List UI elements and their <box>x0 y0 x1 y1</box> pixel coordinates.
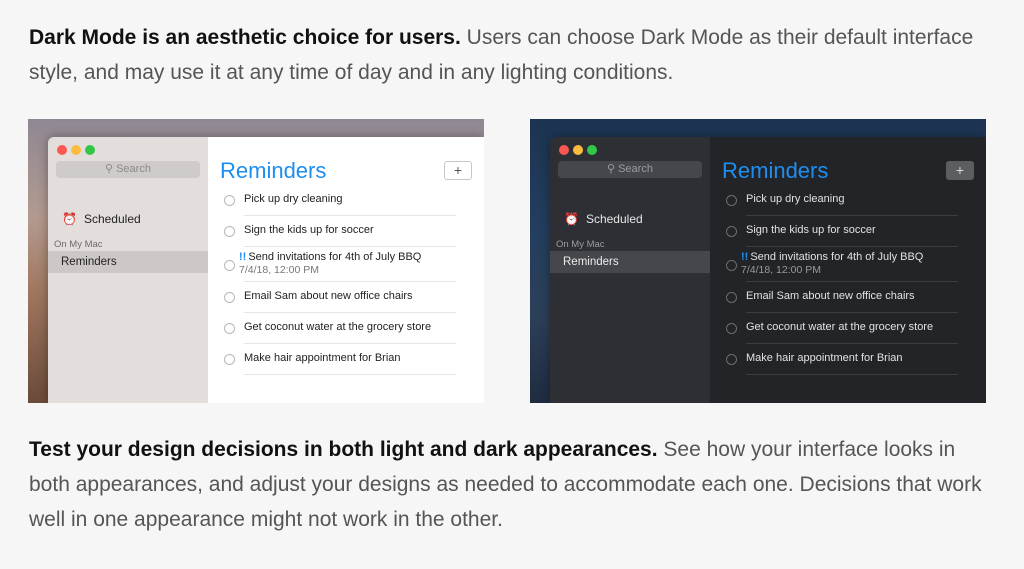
traffic-lights <box>559 142 601 160</box>
reminder-checkbox[interactable] <box>726 354 737 365</box>
reminder-title: Pick up dry cleaning <box>746 193 845 205</box>
reminder-row[interactable]: Get coconut water at the grocery store <box>224 313 456 344</box>
reminder-row[interactable]: !! Send invitations for 4th of July BBQ 7/… <box>224 247 456 282</box>
search-placeholder: Search <box>116 163 151 175</box>
sidebar: ⚲ Search ⏰ Scheduled On My Mac Reminders <box>48 137 209 403</box>
reminder-list: Pick up dry cleaning Sign the kids up for… <box>726 185 958 375</box>
reminder-checkbox[interactable] <box>224 260 235 271</box>
reminder-row[interactable]: Email Sam about new office chairs <box>224 282 456 313</box>
dark-mode-screenshot: ⚲ Search ⏰ Scheduled On My Mac Reminders R… <box>530 119 986 403</box>
close-button[interactable] <box>559 145 569 155</box>
reminder-title: Get coconut water at the grocery store <box>746 321 934 333</box>
reminder-text: Make hair appointment for Brian <box>244 352 401 364</box>
reminder-title: Pick up dry cleaning <box>244 193 343 205</box>
reminder-checkbox[interactable] <box>726 323 737 334</box>
reminder-text: Pick up dry cleaning <box>244 193 342 205</box>
intro-heading: Dark Mode is an aesthetic choice for use… <box>29 26 461 49</box>
reminder-text: !! Send invitations for 4th of July BBQ 7/… <box>741 251 923 276</box>
sidebar: ⚲ Search ⏰ Scheduled On My Mac Reminders <box>550 137 711 403</box>
reminder-checkbox[interactable] <box>224 195 235 206</box>
reminder-checkbox[interactable] <box>726 292 737 303</box>
reminder-checkbox[interactable] <box>224 226 235 237</box>
reminder-checkbox[interactable] <box>224 292 235 303</box>
row-separator <box>244 374 456 375</box>
scheduled-label: Scheduled <box>585 212 643 226</box>
reminder-text: Make hair appointment for Brian <box>746 352 903 364</box>
reminder-text: Get coconut water at the grocery store <box>244 321 431 333</box>
close-button[interactable] <box>57 145 67 155</box>
reminder-list: Pick up dry cleaning Sign the kids up for… <box>224 185 456 375</box>
reminder-due-date: 7/4/18, 12:00 PM <box>239 264 319 276</box>
reminder-row[interactable]: Sign the kids up for soccer <box>726 216 958 247</box>
priority-icon: !! <box>741 251 749 263</box>
reminders-window-dark: ⚲ Search ⏰ Scheduled On My Mac Reminders R… <box>550 137 986 403</box>
reminder-text: Sign the kids up for soccer <box>244 224 374 236</box>
reminder-row[interactable]: Make hair appointment for Brian <box>224 344 456 375</box>
reminder-text: Email Sam about new office chairs <box>746 290 915 302</box>
reminder-title: Make hair appointment for Brian <box>244 352 401 364</box>
alarm-clock-icon: ⏰ <box>62 212 77 226</box>
reminder-row[interactable]: Sign the kids up for soccer <box>224 216 456 247</box>
alarm-clock-icon: ⏰ <box>564 212 579 226</box>
reminder-title: Email Sam about new office chairs <box>746 290 915 302</box>
reminder-checkbox[interactable] <box>224 323 235 334</box>
reminder-row[interactable]: Get coconut water at the grocery store <box>726 313 958 344</box>
minimize-button[interactable] <box>573 145 583 155</box>
list-title: Reminders <box>722 158 829 183</box>
reminder-due-date: 7/4/18, 12:00 PM <box>741 264 821 276</box>
reminder-text: Pick up dry cleaning <box>746 193 844 205</box>
outro-heading: Test your design decisions in both light… <box>29 438 658 461</box>
reminder-checkbox[interactable] <box>224 354 235 365</box>
outro-paragraph: Test your design decisions in both light… <box>29 432 989 537</box>
reminder-title: Send invitations for 4th of July BBQ <box>750 251 924 263</box>
add-reminder-button[interactable]: + <box>946 161 974 180</box>
intro-paragraph: Dark Mode is an aesthetic choice for use… <box>29 20 989 90</box>
zoom-button[interactable] <box>587 145 597 155</box>
reminder-row[interactable]: !! Send invitations for 4th of July BBQ 7/… <box>726 247 958 282</box>
reminders-window-light: ⚲ Search ⏰ Scheduled On My Mac Reminders R… <box>48 137 484 403</box>
light-mode-screenshot: ⚲ Search ⏰ Scheduled On My Mac Reminders R… <box>28 119 484 403</box>
search-placeholder: Search <box>618 163 653 175</box>
main-pane: Reminders + Pick up dry cleaning Sign the… <box>710 137 986 403</box>
search-icon: ⚲ <box>105 163 114 175</box>
list-title: Reminders <box>220 158 327 183</box>
minimize-button[interactable] <box>71 145 81 155</box>
scheduled-label: Scheduled <box>83 212 141 226</box>
reminder-row[interactable]: Make hair appointment for Brian <box>726 344 958 375</box>
reminder-row[interactable]: Pick up dry cleaning <box>726 185 958 216</box>
sidebar-item-reminders[interactable]: Reminders <box>550 251 710 273</box>
reminder-text: Get coconut water at the grocery store <box>746 321 933 333</box>
reminder-checkbox[interactable] <box>726 226 737 237</box>
reminder-text: Sign the kids up for soccer <box>746 224 876 236</box>
reminder-title: Get coconut water at the grocery store <box>244 321 432 333</box>
reminder-checkbox[interactable] <box>726 195 737 206</box>
sidebar-item-reminders[interactable]: Reminders <box>48 251 208 273</box>
reminder-checkbox[interactable] <box>726 260 737 271</box>
reminder-row[interactable]: Email Sam about new office chairs <box>726 282 958 313</box>
zoom-button[interactable] <box>85 145 95 155</box>
reminder-row[interactable]: Pick up dry cleaning <box>224 185 456 216</box>
search-icon: ⚲ <box>607 163 616 175</box>
group-header: On My Mac <box>54 239 103 250</box>
reminder-text: !! Send invitations for 4th of July BBQ 7/… <box>239 251 421 276</box>
group-header: On My Mac <box>556 239 605 250</box>
reminder-title: Sign the kids up for soccer <box>244 224 374 236</box>
sidebar-item-scheduled[interactable]: ⏰ Scheduled <box>564 212 643 226</box>
reminder-title: Make hair appointment for Brian <box>746 352 903 364</box>
reminder-title: Sign the kids up for soccer <box>746 224 876 236</box>
reminder-title: Email Sam about new office chairs <box>244 290 413 302</box>
search-field[interactable]: ⚲ Search <box>56 161 200 178</box>
search-field[interactable]: ⚲ Search <box>558 161 702 178</box>
reminder-title: Send invitations for 4th of July BBQ <box>248 251 422 263</box>
sidebar-item-scheduled[interactable]: ⏰ Scheduled <box>62 212 141 226</box>
priority-icon: !! <box>239 251 247 263</box>
reminder-text: Email Sam about new office chairs <box>244 290 413 302</box>
row-separator <box>746 374 958 375</box>
main-pane: Reminders + Pick up dry cleaning Sign the… <box>208 137 484 403</box>
traffic-lights <box>57 142 99 160</box>
add-reminder-button[interactable]: + <box>444 161 472 180</box>
